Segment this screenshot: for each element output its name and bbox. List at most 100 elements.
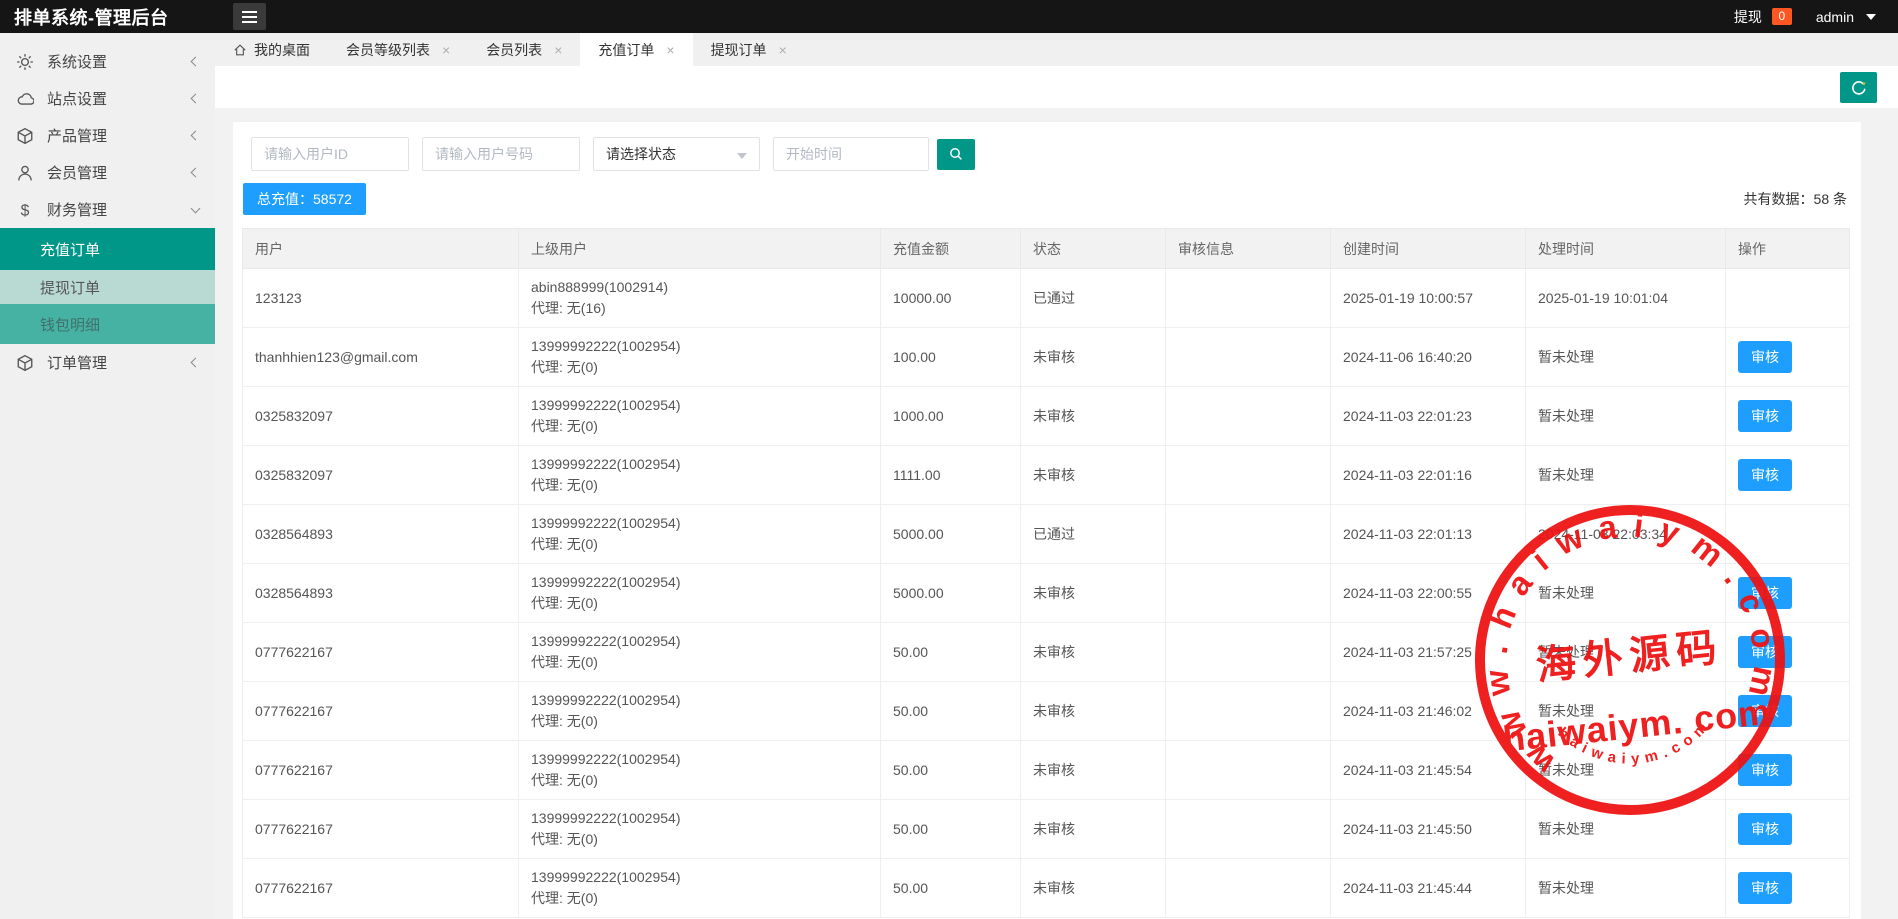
sidebar-subitem-withdraw-orders[interactable]: 提现订单 <box>0 270 215 304</box>
cell-processed-time: 暂未处理 <box>1526 564 1726 623</box>
cell-audit-info <box>1166 623 1331 682</box>
sidebar-subitem-label: 钱包明细 <box>40 314 100 335</box>
cell-audit-info <box>1166 387 1331 446</box>
cell-amount: 50.00 <box>881 800 1021 859</box>
cell-user: 0328564893 <box>243 505 519 564</box>
cell-actions: 审核 <box>1726 741 1850 800</box>
close-tab-icon[interactable] <box>442 43 450 57</box>
tab-desktop[interactable]: 我的桌面 <box>215 33 328 66</box>
cell-processed-time: 暂未处理 <box>1526 741 1726 800</box>
col-user: 用户 <box>243 229 519 269</box>
sidebar-item-member-management[interactable]: 会员管理 <box>0 154 215 191</box>
audit-button[interactable]: 审核 <box>1738 577 1792 609</box>
status-select[interactable]: 请选择状态 <box>593 137 760 171</box>
current-user[interactable]: admin <box>1816 9 1854 25</box>
tab-recharge-orders[interactable]: 充值订单 <box>580 33 692 66</box>
audit-button[interactable]: 审核 <box>1738 341 1792 373</box>
cell-created-time: 2024-11-03 21:45:44 <box>1331 859 1526 918</box>
cell-status: 已通过 <box>1021 505 1166 564</box>
cell-created-time: 2024-11-03 21:57:25 <box>1331 623 1526 682</box>
sidebar-subitem-recharge-orders[interactable]: 充值订单 <box>0 228 215 270</box>
cell-amount: 50.00 <box>881 859 1021 918</box>
sidebar-item-order-management[interactable]: 订单管理 <box>0 344 215 381</box>
cell-status: 未审核 <box>1021 564 1166 623</box>
withdraw-count-badge[interactable]: 0 <box>1772 8 1792 25</box>
sidebar-item-finance-management[interactable]: $ 财务管理 <box>0 191 215 228</box>
topbar: 排单系统-管理后台 提现 0 admin <box>0 0 1898 33</box>
cell-status: 未审核 <box>1021 387 1166 446</box>
sidebar: 系统设置 站点设置 产品管理 会员管理 $ <box>0 33 215 919</box>
table-row: 032856489313999992222(1002954)代理: 无(0)50… <box>243 564 1850 623</box>
audit-button[interactable]: 审核 <box>1738 400 1792 432</box>
refresh-button[interactable] <box>1840 72 1877 103</box>
audit-button[interactable]: 审核 <box>1738 872 1792 904</box>
cell-actions: 审核 <box>1726 387 1850 446</box>
cell-created-time: 2024-11-03 21:45:54 <box>1331 741 1526 800</box>
user-id-input[interactable] <box>251 137 409 171</box>
tab-label: 提现订单 <box>711 40 767 60</box>
cube-icon <box>16 354 34 372</box>
withdraw-shortcut[interactable]: 提现 <box>1734 7 1762 27</box>
cell-parent-user: 13999992222(1002954)代理: 无(0) <box>519 859 881 918</box>
user-phone-input[interactable] <box>422 137 580 171</box>
audit-button[interactable]: 审核 <box>1738 695 1792 727</box>
cell-parent-user: 13999992222(1002954)代理: 无(0) <box>519 328 881 387</box>
cell-processed-time: 2025-01-19 10:01:04 <box>1526 269 1726 328</box>
admin-app: 排单系统-管理后台 提现 0 admin 系统设置 站点设置 <box>0 0 1898 919</box>
user-menu-caret-icon[interactable] <box>1866 14 1876 20</box>
sidebar-item-system-settings[interactable]: 系统设置 <box>0 43 215 80</box>
tab-withdraw-orders[interactable]: 提现订单 <box>693 33 805 66</box>
cell-created-time: 2024-11-03 21:45:50 <box>1331 800 1526 859</box>
cell-status: 未审核 <box>1021 859 1166 918</box>
table-row: 123123abin888999(1002914)代理: 无(16)10000.… <box>243 269 1850 328</box>
cell-processed-time: 2024-11-03 22:03:34 <box>1526 505 1726 564</box>
close-tab-icon[interactable] <box>554 43 562 57</box>
table-row: 077762216713999992222(1002954)代理: 无(0)50… <box>243 682 1850 741</box>
search-button[interactable] <box>937 139 975 170</box>
table-row: 032856489313999992222(1002954)代理: 无(0)50… <box>243 505 1850 564</box>
sidebar-subitem-wallet-details[interactable]: 钱包明细 <box>0 304 215 344</box>
chevron-down-icon <box>191 203 201 213</box>
svg-text:$: $ <box>21 202 30 218</box>
close-tab-icon[interactable] <box>666 43 674 57</box>
cell-amount: 10000.00 <box>881 269 1021 328</box>
hamburger-menu-icon[interactable] <box>233 3 266 30</box>
cell-actions <box>1726 505 1850 564</box>
cell-parent-user: 13999992222(1002954)代理: 无(0) <box>519 387 881 446</box>
home-icon <box>233 43 247 57</box>
sidebar-item-site-settings[interactable]: 站点设置 <box>0 80 215 117</box>
select-caret-icon <box>737 153 747 159</box>
tab-member-levels[interactable]: 会员等级列表 <box>328 33 468 66</box>
cell-status: 已通过 <box>1021 269 1166 328</box>
table-row: 077762216713999992222(1002954)代理: 无(0)50… <box>243 859 1850 918</box>
user-icon <box>16 164 34 182</box>
col-status: 状态 <box>1021 229 1166 269</box>
audit-button[interactable]: 审核 <box>1738 813 1792 845</box>
cell-parent-user: 13999992222(1002954)代理: 无(0) <box>519 623 881 682</box>
cell-user: 0325832097 <box>243 387 519 446</box>
tab-label: 充值订单 <box>598 40 654 60</box>
cell-audit-info <box>1166 741 1331 800</box>
table-row: 032583209713999992222(1002954)代理: 无(0)10… <box>243 387 1850 446</box>
cell-audit-info <box>1166 859 1331 918</box>
sidebar-item-label: 订单管理 <box>47 352 107 373</box>
cell-created-time: 2024-11-03 21:46:02 <box>1331 682 1526 741</box>
audit-button[interactable]: 审核 <box>1738 754 1792 786</box>
cell-actions: 审核 <box>1726 328 1850 387</box>
sidebar-item-product-management[interactable]: 产品管理 <box>0 117 215 154</box>
cell-actions <box>1726 269 1850 328</box>
cell-amount: 50.00 <box>881 682 1021 741</box>
close-tab-icon[interactable] <box>779 43 787 57</box>
start-time-input[interactable] <box>773 137 929 171</box>
cube-icon <box>16 127 34 145</box>
audit-button[interactable]: 审核 <box>1738 459 1792 491</box>
cell-status: 未审核 <box>1021 800 1166 859</box>
cell-actions: 审核 <box>1726 564 1850 623</box>
orders-table: 用户 上级用户 充值金额 状态 审核信息 创建时间 处理时间 操作 123123… <box>242 228 1850 918</box>
audit-button[interactable]: 审核 <box>1738 636 1792 668</box>
cell-created-time: 2024-11-03 22:00:55 <box>1331 564 1526 623</box>
sidebar-item-label: 会员管理 <box>47 162 107 183</box>
cell-processed-time: 暂未处理 <box>1526 800 1726 859</box>
summary-row: 总充值：58572 共有数据：58 条 <box>243 183 1851 211</box>
tab-member-list[interactable]: 会员列表 <box>468 33 580 66</box>
